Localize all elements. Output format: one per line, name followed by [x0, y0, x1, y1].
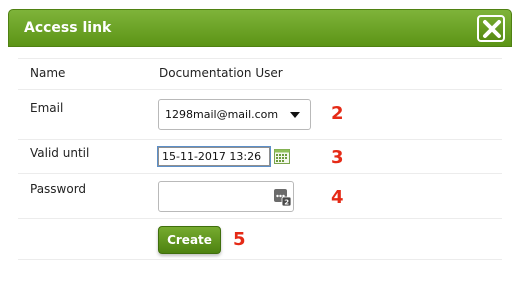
annotation-marker-5: 5 — [233, 229, 246, 250]
valid-until-input[interactable] — [157, 146, 271, 167]
dialog-titlebar: Access link — [8, 9, 512, 47]
row-divider — [18, 58, 502, 59]
row-divider — [18, 173, 502, 174]
close-button[interactable] — [477, 15, 505, 42]
email-select-value: 1298mail@mail.com — [165, 108, 279, 121]
valid-until-label: Valid until — [30, 146, 90, 160]
annotation-marker-4: 4 — [331, 187, 344, 208]
row-divider — [18, 139, 502, 140]
create-button[interactable]: Create — [158, 226, 221, 254]
calendar-icon[interactable] — [274, 148, 290, 164]
dialog-title: Access link — [24, 20, 112, 36]
annotation-marker-2: 2 — [331, 103, 344, 124]
password-label: Password — [30, 182, 87, 196]
row-divider — [18, 259, 502, 260]
name-value: Documentation User — [159, 66, 283, 80]
email-label: Email — [30, 101, 64, 115]
close-icon — [483, 20, 501, 38]
chevron-down-icon — [290, 112, 300, 118]
annotation-marker-3: 3 — [331, 147, 344, 168]
password-generator-icon[interactable]: 2 — [274, 189, 291, 206]
row-divider — [18, 218, 502, 219]
row-divider — [18, 89, 502, 90]
access-link-dialog: Access link Name Documentation User Emai… — [8, 9, 512, 281]
svg-text:2: 2 — [284, 199, 289, 207]
email-select[interactable]: 1298mail@mail.com — [158, 99, 311, 130]
name-label: Name — [30, 66, 66, 80]
